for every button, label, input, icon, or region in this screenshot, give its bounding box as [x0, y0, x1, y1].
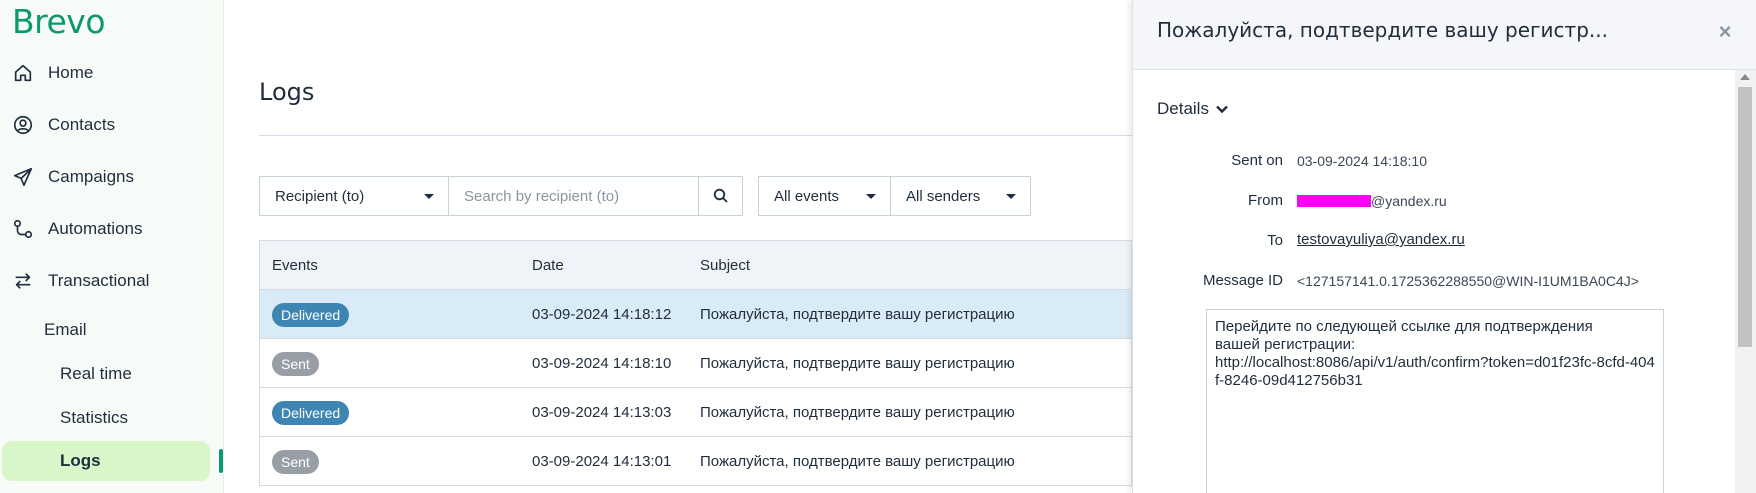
table-row[interactable]: Delivered 03-09-2024 14:13:03 Пожалуйста… — [260, 388, 1131, 437]
table-header: Events Date Subject — [260, 241, 1131, 290]
select-label: All senders — [906, 187, 981, 205]
search-button[interactable] — [698, 176, 743, 216]
scroll-thumb[interactable] — [1738, 87, 1752, 347]
automations-icon — [13, 219, 33, 239]
sidebar-item-home[interactable]: Home — [12, 53, 93, 93]
recipient-filter-select[interactable]: Recipient (to) — [259, 176, 449, 216]
sidebar-item-contacts[interactable]: Contacts — [12, 105, 115, 145]
caret-down-icon — [866, 194, 876, 199]
row-subject: Пожалуйста, подтвердите вашу регистрацию — [700, 453, 1015, 470]
from-label: From — [1248, 192, 1283, 209]
to-label: To — [1267, 232, 1283, 249]
column-header-events[interactable]: Events — [272, 257, 318, 274]
search-icon — [713, 188, 728, 203]
select-label: All events — [774, 187, 840, 205]
row-date: 03-09-2024 14:13:01 — [532, 453, 672, 470]
sidebar-item-transactional[interactable]: Transactional — [12, 261, 149, 301]
body-text: Перейдите по следующей ссылке для подтве… — [1215, 318, 1593, 335]
brevo-logo[interactable]: Brevo — [12, 2, 106, 41]
status-badge: Sent — [272, 352, 319, 376]
sidebar-item-label: Logs — [60, 451, 101, 470]
row-subject: Пожалуйста, подтвердите вашу регистрацию — [700, 355, 1015, 372]
status-badge: Delivered — [272, 303, 350, 327]
body-text: вашей регистрации: — [1215, 336, 1356, 353]
main-content: Logs Recipient (to) All events All sende… — [224, 0, 1132, 493]
row-subject: Пожалуйста, подтвердите вашу регистрацию — [700, 306, 1015, 323]
to-email-link[interactable]: testovayuliya@yandex.ru — [1297, 231, 1465, 248]
confirmation-link[interactable]: http://localhost:8086/api/v1/auth/confir… — [1215, 354, 1655, 390]
status-badge: Sent — [272, 450, 319, 474]
table-row[interactable]: Sent 03-09-2024 14:18:10 Пожалуйста, под… — [260, 339, 1131, 388]
logs-table: Events Date Subject Delivered 03-09-2024… — [259, 240, 1132, 486]
caret-down-icon — [424, 194, 434, 199]
senders-filter-select[interactable]: All senders — [890, 176, 1031, 216]
select-label: Recipient (to) — [275, 187, 365, 205]
column-header-date[interactable]: Date — [532, 257, 564, 274]
chevron-down-icon — [1216, 105, 1228, 114]
caret-down-icon — [1006, 194, 1016, 199]
from-value: @yandex.ru — [1297, 193, 1447, 209]
panel-scrollbar[interactable] — [1735, 70, 1756, 493]
details-toggle[interactable]: Details — [1157, 99, 1229, 119]
active-indicator — [219, 449, 223, 473]
sidebar-item-automations[interactable]: Automations — [12, 209, 143, 249]
sent-on-value: 03-09-2024 14:18:10 — [1297, 153, 1427, 169]
row-date: 03-09-2024 14:18:12 — [532, 306, 672, 323]
row-subject: Пожалуйста, подтвердите вашу регистрацию — [700, 404, 1015, 421]
details-label: Details — [1157, 99, 1209, 118]
table-row[interactable]: Delivered 03-09-2024 14:18:12 Пожалуйста… — [260, 290, 1131, 339]
sidebar-item-label: Transactional — [48, 271, 150, 290]
page-title: Logs — [259, 78, 315, 106]
table-row[interactable]: Sent 03-09-2024 14:13:01 Пожалуйста, под… — [260, 437, 1131, 486]
sidebar-item-statistics[interactable]: Statistics — [60, 408, 128, 428]
sent-on-label: Sent on — [1231, 152, 1283, 169]
transfer-icon — [15, 273, 31, 289]
search-input[interactable] — [449, 176, 699, 216]
panel-title: Пожалуйста, подтвердите вашу регистр... — [1157, 18, 1608, 42]
home-icon — [14, 64, 32, 82]
row-date: 03-09-2024 14:18:10 — [532, 355, 672, 372]
sidebar-item-realtime[interactable]: Real time — [60, 364, 132, 384]
sidebar-item-label: Home — [48, 63, 94, 82]
divider — [259, 135, 1132, 136]
column-header-subject[interactable]: Subject — [700, 257, 750, 274]
events-filter-select[interactable]: All events — [758, 176, 891, 216]
close-icon[interactable]: × — [1713, 20, 1737, 44]
to-value: testovayuliya@yandex.ru — [1297, 231, 1465, 248]
send-icon — [13, 167, 33, 187]
contacts-icon — [13, 115, 33, 135]
from-domain: @yandex.ru — [1371, 193, 1447, 209]
sidebar-item-label: Campaigns — [48, 167, 134, 186]
email-body-preview[interactable]: Перейдите по следующей ссылке для подтве… — [1206, 309, 1664, 493]
scroll-up-arrow-icon[interactable] — [1740, 74, 1750, 80]
sidebar-item-logs[interactable]: Logs — [2, 441, 210, 481]
panel-header: Пожалуйста, подтвердите вашу регистр... … — [1133, 0, 1756, 70]
sidebar-item-label: Automations — [48, 219, 143, 238]
message-id-label: Message ID — [1202, 272, 1283, 289]
status-badge: Delivered — [272, 401, 350, 425]
redacted-sender — [1297, 195, 1371, 207]
sidebar: Brevo Home Contacts Campaigns Automation… — [0, 0, 224, 493]
row-date: 03-09-2024 14:13:03 — [532, 404, 672, 421]
sidebar-item-campaigns[interactable]: Campaigns — [12, 157, 134, 197]
sidebar-item-email[interactable]: Email — [44, 320, 87, 340]
log-detail-panel: Пожалуйста, подтвердите вашу регистр... … — [1132, 0, 1756, 493]
message-id-value: <127157141.0.1725362288550@WIN-I1UM1BA0C… — [1297, 273, 1639, 289]
sidebar-item-label: Contacts — [48, 115, 116, 134]
